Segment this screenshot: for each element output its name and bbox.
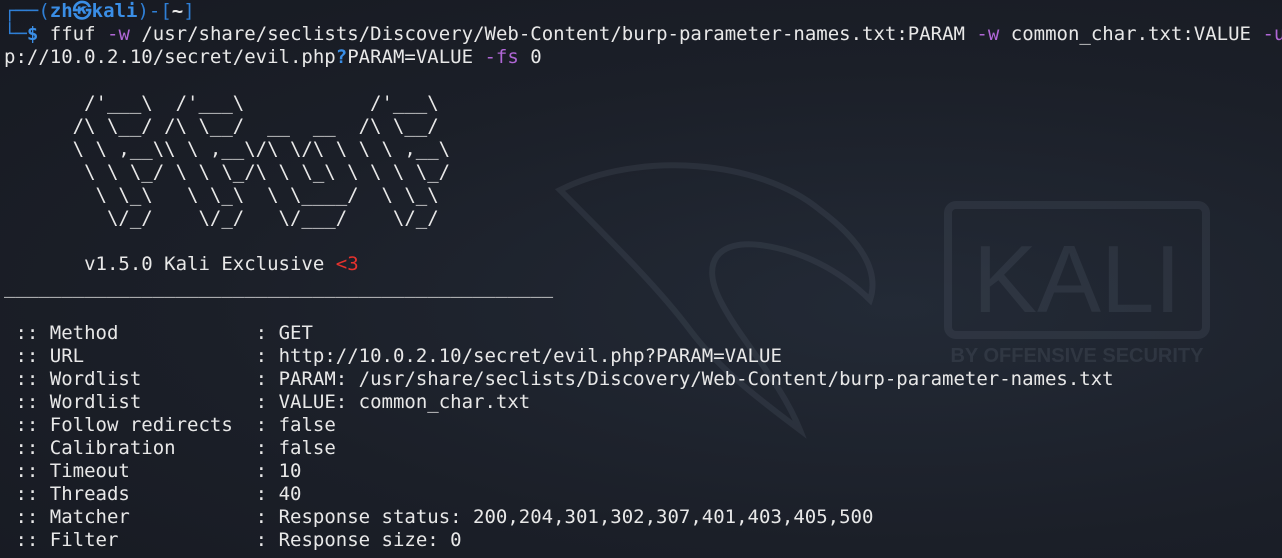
config-separator: : [244, 345, 279, 367]
config-prefix: :: [4, 506, 50, 528]
config-separator: : [244, 529, 279, 551]
prompt-host: kali [91, 0, 138, 22]
config-key: URL [49, 345, 245, 367]
config-value: 40 [278, 483, 302, 505]
command-flag-fs: -fs [484, 46, 519, 68]
config-value: 10 [278, 460, 302, 482]
divider-rule: ________________________________________… [4, 276, 554, 298]
prompt-frame-mid: )-[ [137, 0, 172, 22]
config-prefix: :: [4, 414, 50, 436]
config-key: Calibration [49, 437, 245, 459]
kali-logo-subtext: BY OFFENSIVE SECURITY [950, 345, 1204, 367]
config-value: false [278, 437, 336, 459]
config-value: false [278, 414, 336, 436]
config-separator: : [244, 322, 279, 344]
prompt-dollar: $ [26, 23, 39, 45]
config-prefix: :: [4, 460, 50, 482]
config-row: :: Threads : 40 [4, 483, 301, 506]
prompt-frame-bottom: └─ [4, 23, 27, 45]
config-prefix: :: [4, 437, 50, 459]
kali-logo-box [944, 201, 1210, 339]
config-row: :: Wordlist : VALUE: common_char.txt [4, 391, 530, 414]
command-flag-w2: -w [976, 23, 1000, 45]
prompt-skull-icon: ㉿ [72, 0, 92, 22]
config-row: :: URL : http://10.0.2.10/secret/evil.ph… [4, 345, 782, 368]
prompt-user: zh [49, 0, 73, 22]
command-arg-fs: 0 [530, 46, 542, 68]
config-row: :: Filter : Response size: 0 [4, 529, 462, 552]
config-prefix: :: [4, 322, 50, 344]
command-flag-u: -u [1262, 23, 1282, 45]
config-separator: : [244, 483, 279, 505]
config-prefix: :: [4, 345, 50, 367]
config-key: Method [49, 322, 245, 344]
config-key: Filter [49, 529, 245, 551]
command-arg-u-end: PARAM=VALUE [347, 46, 474, 68]
command-flag-w1: -w [107, 23, 130, 45]
config-row: :: Method : GET [4, 322, 313, 345]
config-key: Matcher [49, 506, 245, 528]
kali-logo-text: KALI [973, 226, 1181, 333]
prompt-header-line: ┌──(zh㉿kali)-[~] [4, 0, 195, 23]
config-value: VALUE: common_char.txt [278, 391, 531, 413]
prompt-frame-end: ] [183, 0, 195, 22]
config-separator: : [244, 414, 279, 436]
config-separator: : [244, 506, 279, 528]
prompt-frame-top: ┌──( [4, 0, 50, 22]
config-separator: : [244, 460, 279, 482]
command-arg-w1: /usr/share/seclists/Discovery/Web-Conten… [141, 23, 965, 45]
config-key: Follow redirects [49, 414, 245, 436]
config-prefix: :: [4, 529, 50, 551]
config-value: http://10.0.2.10/secret/evil.php?PARAM=V… [278, 345, 782, 367]
ffuf-ascii-banner: /'___\ /'___\ /'___\ /\ \__/ /\ \__/ __ … [72, 92, 451, 229]
config-key: Timeout [49, 460, 245, 482]
config-separator: : [244, 368, 279, 390]
config-prefix: :: [4, 483, 50, 505]
config-separator: : [244, 391, 279, 413]
config-value: Response status: 200,204,301,302,307,401… [278, 506, 874, 528]
command-line[interactable]: └─$ ffuf -w /usr/share/seclists/Discover… [4, 23, 1282, 46]
heart-glyph: <3 [335, 253, 359, 275]
config-key: Wordlist [49, 391, 245, 413]
config-key: Wordlist [49, 368, 245, 390]
command-program: ffuf [49, 23, 96, 45]
config-value: GET [278, 322, 313, 344]
config-row: :: Matcher : Response status: 200,204,30… [4, 506, 873, 529]
config-key: Threads [49, 483, 245, 505]
config-row: :: Follow redirects : false [4, 414, 336, 437]
config-value: Response size: 0 [278, 529, 462, 551]
config-prefix: :: [4, 391, 50, 413]
command-arg-u-mid: p://10.0.2.10/secret/evil.php [4, 46, 336, 68]
config-separator: : [244, 437, 279, 459]
prompt-dir: ~ [171, 0, 184, 22]
config-row: :: Calibration : false [4, 437, 336, 460]
config-row: :: Timeout : 10 [4, 460, 301, 483]
command-line-wrap[interactable]: p://10.0.2.10/secret/evil.php?PARAM=VALU… [4, 46, 542, 69]
command-arg-w2: common_char.txt:VALUE [1010, 23, 1251, 45]
config-prefix: :: [4, 368, 50, 390]
version-line: v1.5.0 Kali Exclusive <3 [4, 253, 359, 276]
terminal-window[interactable]: KALI BY OFFENSIVE SECURITY ┌──(zh㉿kali)-… [0, 0, 1282, 558]
version-text: v1.5.0 Kali Exclusive [84, 253, 325, 275]
config-value: PARAM: /usr/share/seclists/Discovery/Web… [278, 368, 1114, 390]
command-arg-u-question: ? [335, 46, 348, 68]
config-row: :: Wordlist : PARAM: /usr/share/seclists… [4, 368, 1114, 391]
